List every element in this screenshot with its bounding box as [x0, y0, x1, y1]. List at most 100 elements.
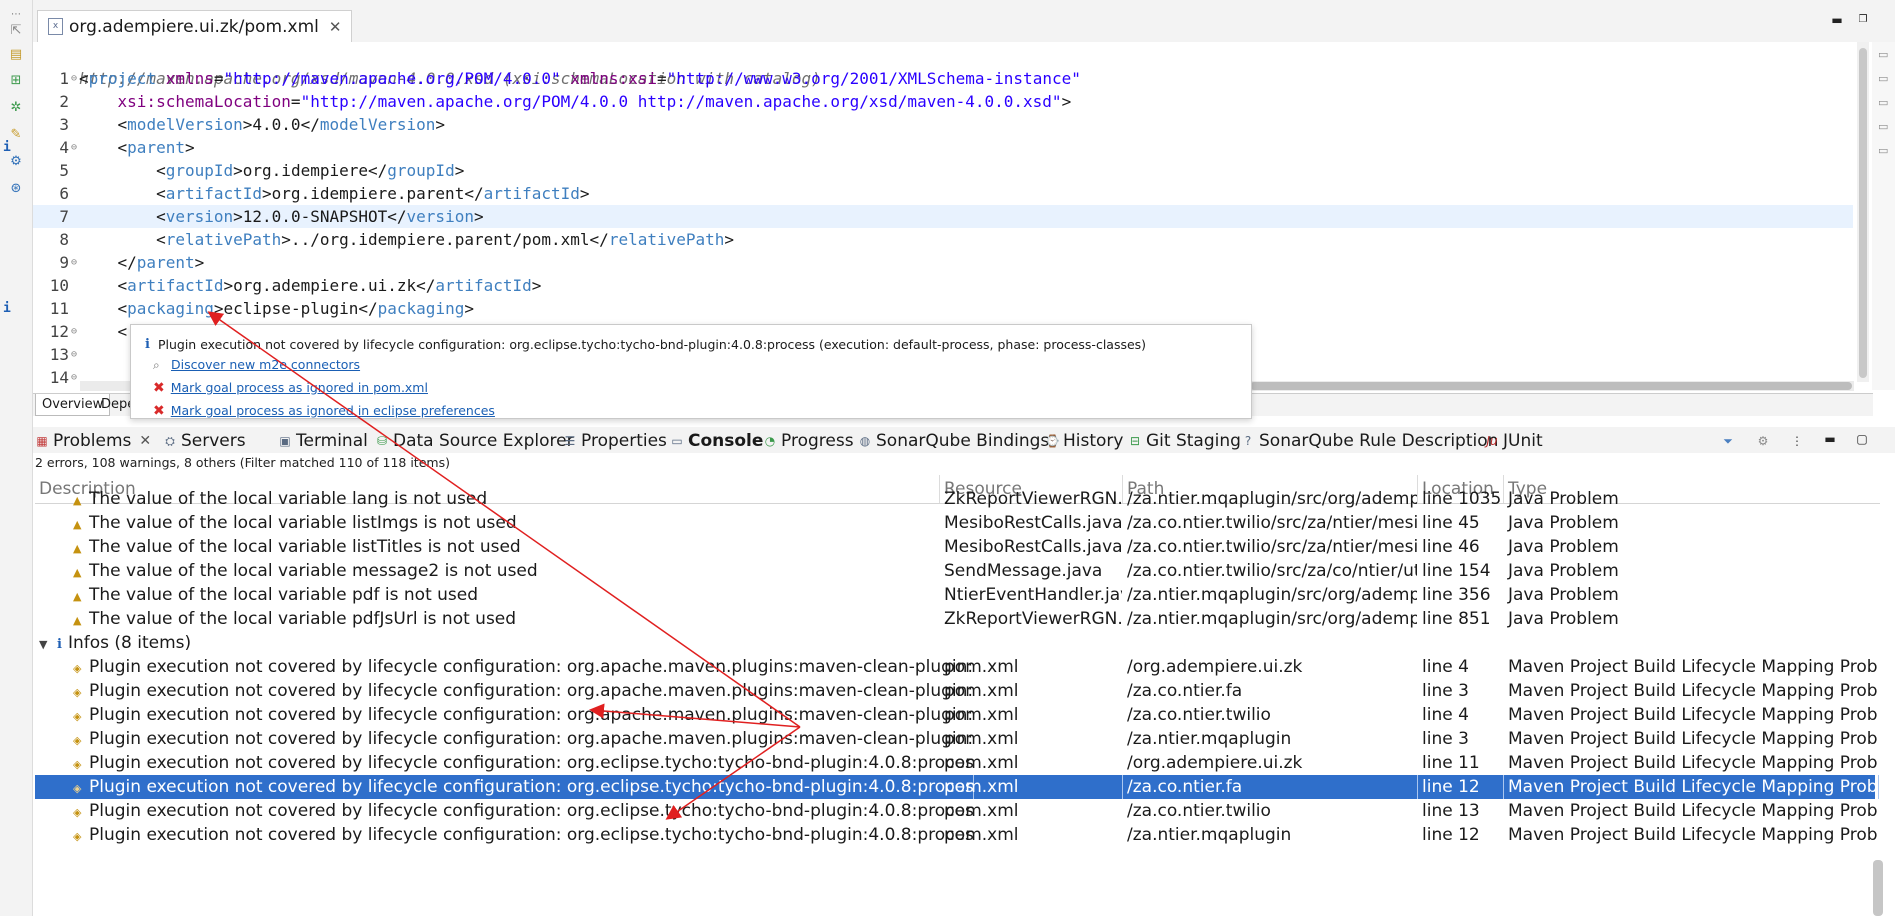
package-explorer-icon[interactable]: ▤ — [7, 46, 25, 64]
info-marker-icon[interactable]: i — [3, 136, 11, 159]
quickfix-link[interactable]: Mark goal process as ignored in eclipse … — [171, 403, 495, 418]
info-marker-icon: ◈ — [73, 830, 82, 843]
table-row[interactable]: ▲ The value of the local variable pdf is … — [35, 583, 1875, 607]
close-icon[interactable]: ✕ — [139, 429, 151, 453]
quickfix-link[interactable]: Discover new m2e connectors — [171, 357, 360, 372]
tab-sonarqube-rule-description[interactable]: ? SonarQube Rule Description — [1241, 429, 1499, 453]
code-line[interactable]: 8 <relativePath>../org.idempiere.parent/… — [33, 228, 1853, 251]
tab-terminal[interactable]: ▣ Terminal — [278, 429, 368, 453]
code-text: <artifactId>org.adempiere.ui.zk</artifac… — [79, 276, 542, 295]
close-icon[interactable]: ✕ — [329, 18, 342, 36]
cell-description: ◈ Plugin execution not covered by lifecyc… — [73, 825, 973, 845]
sonarqube-icon: ◍ — [859, 434, 871, 448]
cell-location: line 4 — [1422, 705, 1469, 725]
restore-icon[interactable]: ⇱ — [7, 22, 25, 40]
code-line[interactable]: 5 <groupId>org.idempiere</groupId> — [33, 159, 1853, 182]
maximize-icon[interactable]: ▢ — [1855, 432, 1869, 446]
table-row[interactable]: ◈ Plugin execution not covered by lifecyc… — [35, 751, 1878, 775]
cell-location: line 3 — [1422, 729, 1469, 749]
fold-icon[interactable]: ⊖ — [71, 343, 77, 366]
tab-history[interactable]: ⌚ History — [1045, 429, 1123, 453]
ruler-mark-icon: ▭ — [1878, 48, 1889, 61]
editor-hscroll-thumb[interactable] — [1250, 382, 1852, 390]
ruler-mark-icon: ▭ — [1878, 120, 1889, 133]
table-row[interactable]: ▲ The value of the local variable listTit… — [35, 535, 1875, 559]
table-row[interactable]: ◈ Plugin execution not covered by lifecyc… — [35, 799, 1878, 823]
table-row[interactable]: ◈ Plugin execution not covered by lifecyc… — [35, 775, 1879, 799]
table-row[interactable]: ◈ Plugin execution not covered by lifecyc… — [35, 655, 1878, 679]
quickfix-link[interactable]: Mark goal process as ignored in pom.xml — [171, 380, 428, 395]
quickfix-discover-connectors[interactable]: ⌕ Discover new m2e connectors — [153, 357, 360, 372]
fold-icon[interactable]: ⊖ — [71, 251, 77, 274]
cell-path: /za.ntier.mqaplugin — [1127, 825, 1292, 845]
code-line[interactable]: 11 i <packaging>eclipse-plugin</packaging… — [3, 297, 1853, 320]
info-marker-icon: ◈ — [73, 686, 82, 699]
table-row[interactable]: ◈ Plugin execution not covered by lifecyc… — [35, 679, 1878, 703]
quickfix-ignore-in-pom[interactable]: ✖ Mark goal process as ignored in pom.xm… — [153, 380, 428, 395]
fold-icon[interactable]: ⊖ — [71, 67, 77, 90]
tab-sonarqube-bindings[interactable]: ◍ SonarQube Bindings — [858, 429, 1050, 453]
line-number: 9 — [59, 253, 69, 272]
view-menu-icon[interactable]: ⋮ — [1790, 434, 1804, 448]
code-line[interactable]: 7 <version>12.0.0-SNAPSHOT</version> — [33, 205, 1853, 228]
group-row-infos[interactable]: ▼ i Infos (8 items) — [35, 631, 1875, 655]
minimize-icon[interactable]: ▬ — [1830, 14, 1844, 26]
table-row[interactable]: ▲ The value of the local variable message… — [35, 559, 1875, 583]
cell-description: ▲ The value of the local variable pdfJsUr… — [73, 609, 517, 629]
cell-path: /za.ntier.mqaplugin/src/org/adempiere — [1127, 489, 1417, 509]
code-line[interactable]: 3 <modelVersion>4.0.0</modelVersion> — [33, 113, 1853, 136]
editor-scroll-thumb[interactable] — [1859, 48, 1867, 378]
info-icon: i — [57, 637, 62, 652]
quickfix-ignore-in-preferences[interactable]: ✖ Mark goal process as ignored in eclips… — [153, 403, 495, 418]
ruler-mark-icon: ▭ — [1878, 96, 1889, 109]
code-line[interactable]: 1 ⊖ <project xmlns="http://maven.apache.or… — [33, 67, 1853, 90]
table-row[interactable]: ◈ Plugin execution not covered by lifecyc… — [35, 823, 1878, 847]
table-row[interactable]: ▲ The value of the local variable listImg… — [35, 511, 1875, 535]
outline-icon[interactable]: ✲ — [7, 99, 25, 117]
tab-progress[interactable]: ◔ Progress — [763, 429, 854, 453]
info-marker-icon[interactable]: i — [3, 297, 11, 320]
cell-description: ▲ The value of the local variable listImg… — [73, 513, 517, 533]
code-line[interactable]: 2 xsi:schemaLocation="http://maven.apach… — [33, 90, 1853, 113]
table-scroll-thumb[interactable] — [1873, 860, 1883, 916]
red-x-icon: ✖ — [153, 402, 165, 419]
tab-junit[interactable]: Ju JUnit — [1485, 429, 1542, 453]
tab-servers[interactable]: ⛭ Servers — [163, 429, 245, 453]
line-number: 8 — [59, 230, 69, 249]
table-row[interactable]: ◈ Plugin execution not covered by lifecyc… — [35, 727, 1878, 751]
cell-type: Java Problem — [1508, 489, 1619, 509]
code-line[interactable]: 9 ⊖ </parent> — [33, 251, 1853, 274]
view-settings-icon[interactable]: ⚙ — [1756, 434, 1770, 448]
code-text: <project xmlns="http://maven.apache.org/… — [79, 69, 1081, 88]
table-row[interactable]: ◈ Plugin execution not covered by lifecyc… — [35, 703, 1878, 727]
tab-properties[interactable]: ☰ Properties — [563, 429, 667, 453]
table-row[interactable]: ▲ The value of the local variable pdfJsUr… — [35, 607, 1875, 631]
fold-icon[interactable]: ⊖ — [71, 320, 77, 343]
junit-icon: Ju — [1486, 434, 1498, 448]
code-line[interactable]: 10 <artifactId>org.adempiere.ui.zk</arti… — [33, 274, 1853, 297]
project-explorer-icon[interactable]: ⊞ — [7, 72, 25, 90]
filter-icon[interactable]: ⏷ — [1721, 434, 1735, 448]
table-row[interactable]: ▲ The value of the local variable lang is… — [35, 487, 1875, 511]
code-line[interactable]: 4 ⊖ i <parent> — [3, 136, 1853, 159]
tab-console[interactable]: ▭ Console — [670, 429, 763, 453]
editor-tab-pom[interactable]: x org.adempiere.ui.zk/pom.xml ✕ — [37, 10, 353, 42]
maximize-icon[interactable]: ❐ — [1856, 14, 1870, 26]
code-line[interactable]: 6 <artifactId>org.idempiere.parent</arti… — [33, 182, 1853, 205]
tab-git-staging[interactable]: ⊟ Git Staging — [1128, 429, 1241, 453]
hierarchy-icon[interactable]: ⊛ — [7, 180, 25, 198]
cell-location: line 3 — [1422, 681, 1469, 701]
chevron-down-icon[interactable]: ▼ — [39, 633, 53, 657]
fold-icon[interactable]: ⊖ — [71, 136, 77, 159]
minimize-icon[interactable]: ▬ — [1823, 432, 1837, 446]
cell-resource: pom.xml — [944, 681, 1019, 701]
cell-resource: SendMessage.java — [944, 561, 1103, 581]
git-staging-icon: ⊟ — [1129, 434, 1141, 448]
tab-problems[interactable]: ▦ Problems ✕ — [35, 429, 151, 453]
fold-icon[interactable]: ⊖ — [71, 366, 77, 389]
editor-tab-title: org.adempiere.ui.zk/pom.xml — [69, 16, 319, 37]
red-x-icon: ✖ — [153, 379, 165, 396]
cell-resource: MesiboRestCalls.java — [944, 537, 1122, 557]
tab-label: Console — [688, 431, 764, 451]
tab-data-source-explorer[interactable]: ⛁ Data Source Explorer — [375, 429, 574, 453]
